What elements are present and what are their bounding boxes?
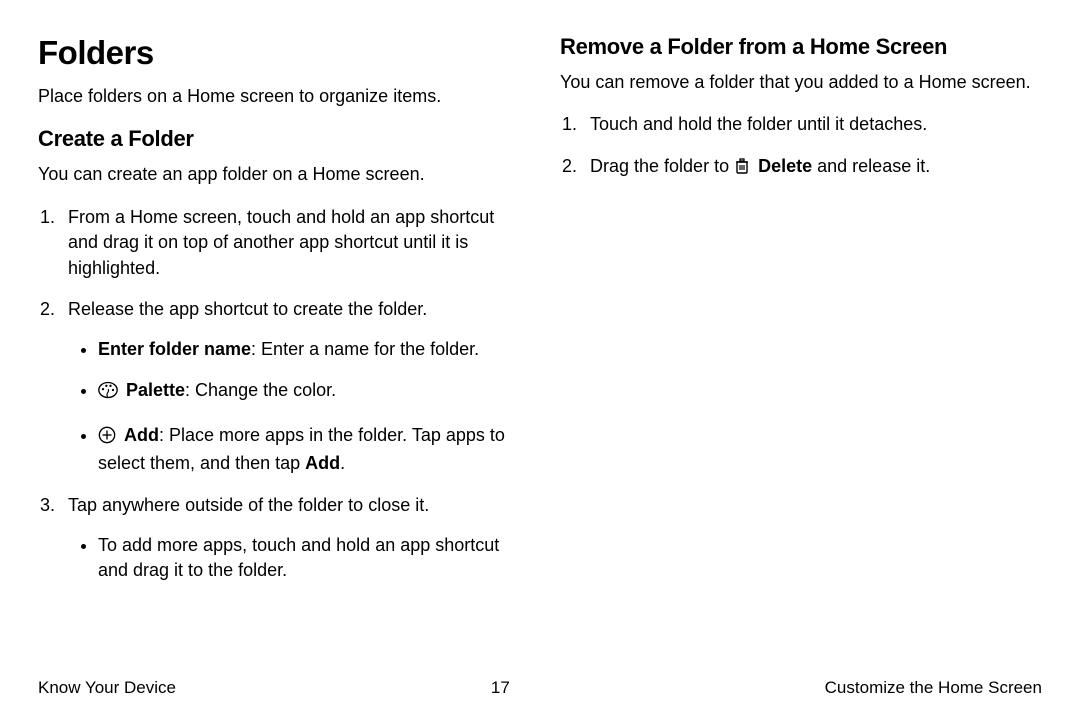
list-item: From a Home screen, touch and hold an ap…	[60, 205, 520, 282]
list-item: Release the app shortcut to create the f…	[60, 297, 520, 477]
page-title: Folders	[38, 34, 520, 72]
footer-right: Customize the Home Screen	[825, 678, 1042, 698]
list-item: Add: Place more apps in the folder. Tap …	[98, 423, 520, 477]
create-folder-desc: You can create an app folder on a Home s…	[38, 162, 520, 186]
list-item: Tap anywhere outside of the folder to cl…	[60, 493, 520, 584]
remove-folder-heading: Remove a Folder from a Home Screen	[560, 34, 1042, 60]
list-item: Enter folder name: Enter a name for the …	[98, 337, 520, 363]
page-number: 17	[491, 678, 510, 698]
list-item: Palette: Change the color.	[98, 378, 520, 407]
add-icon	[98, 426, 116, 452]
palette-icon	[98, 381, 118, 407]
remove-folder-steps: Touch and hold the folder until it detac…	[560, 112, 1042, 182]
delete-icon	[734, 157, 750, 183]
create-folder-heading: Create a Folder	[38, 126, 520, 152]
list-item: Touch and hold the folder until it detac…	[582, 112, 1042, 138]
remove-folder-desc: You can remove a folder that you added t…	[560, 70, 1042, 94]
footer-left: Know Your Device	[38, 678, 176, 698]
list-item: Drag the folder to Delete and release it…	[582, 154, 1042, 183]
intro-text: Place folders on a Home screen to organi…	[38, 84, 520, 108]
list-item: To add more apps, touch and hold an app …	[98, 533, 520, 584]
create-folder-steps: From a Home screen, touch and hold an ap…	[38, 205, 520, 584]
